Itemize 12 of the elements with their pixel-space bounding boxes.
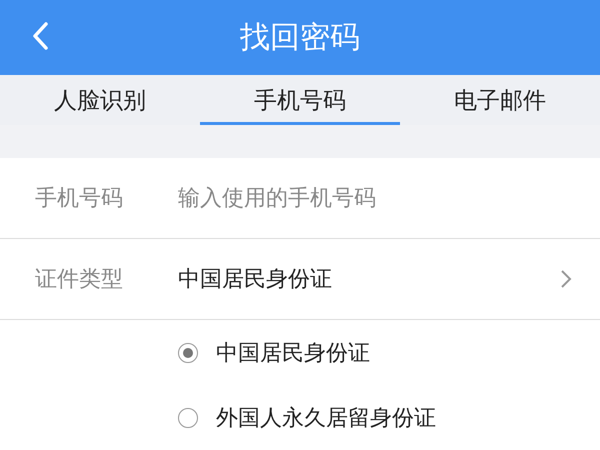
id-type-select[interactable]: 中国居民身份证 — [178, 240, 600, 318]
tab[interactable]: 人脸识别 — [0, 75, 200, 125]
radio-option[interactable]: 中国居民身份证 — [178, 320, 600, 386]
radio-option[interactable]: 外国人永久居留身份证 — [178, 386, 600, 450]
back-icon — [31, 21, 49, 51]
field-label: 证件类型 — [34, 266, 124, 294]
tab[interactable]: 手机号码 — [200, 75, 400, 125]
tab[interactable]: 电子邮件 — [400, 75, 600, 125]
field-label: 手机号码 — [34, 185, 124, 213]
page-title: 找回密码 — [240, 19, 360, 57]
chevron-right-icon — [560, 269, 572, 289]
phone-field[interactable]: 输入使用的手机号码 — [178, 178, 600, 218]
